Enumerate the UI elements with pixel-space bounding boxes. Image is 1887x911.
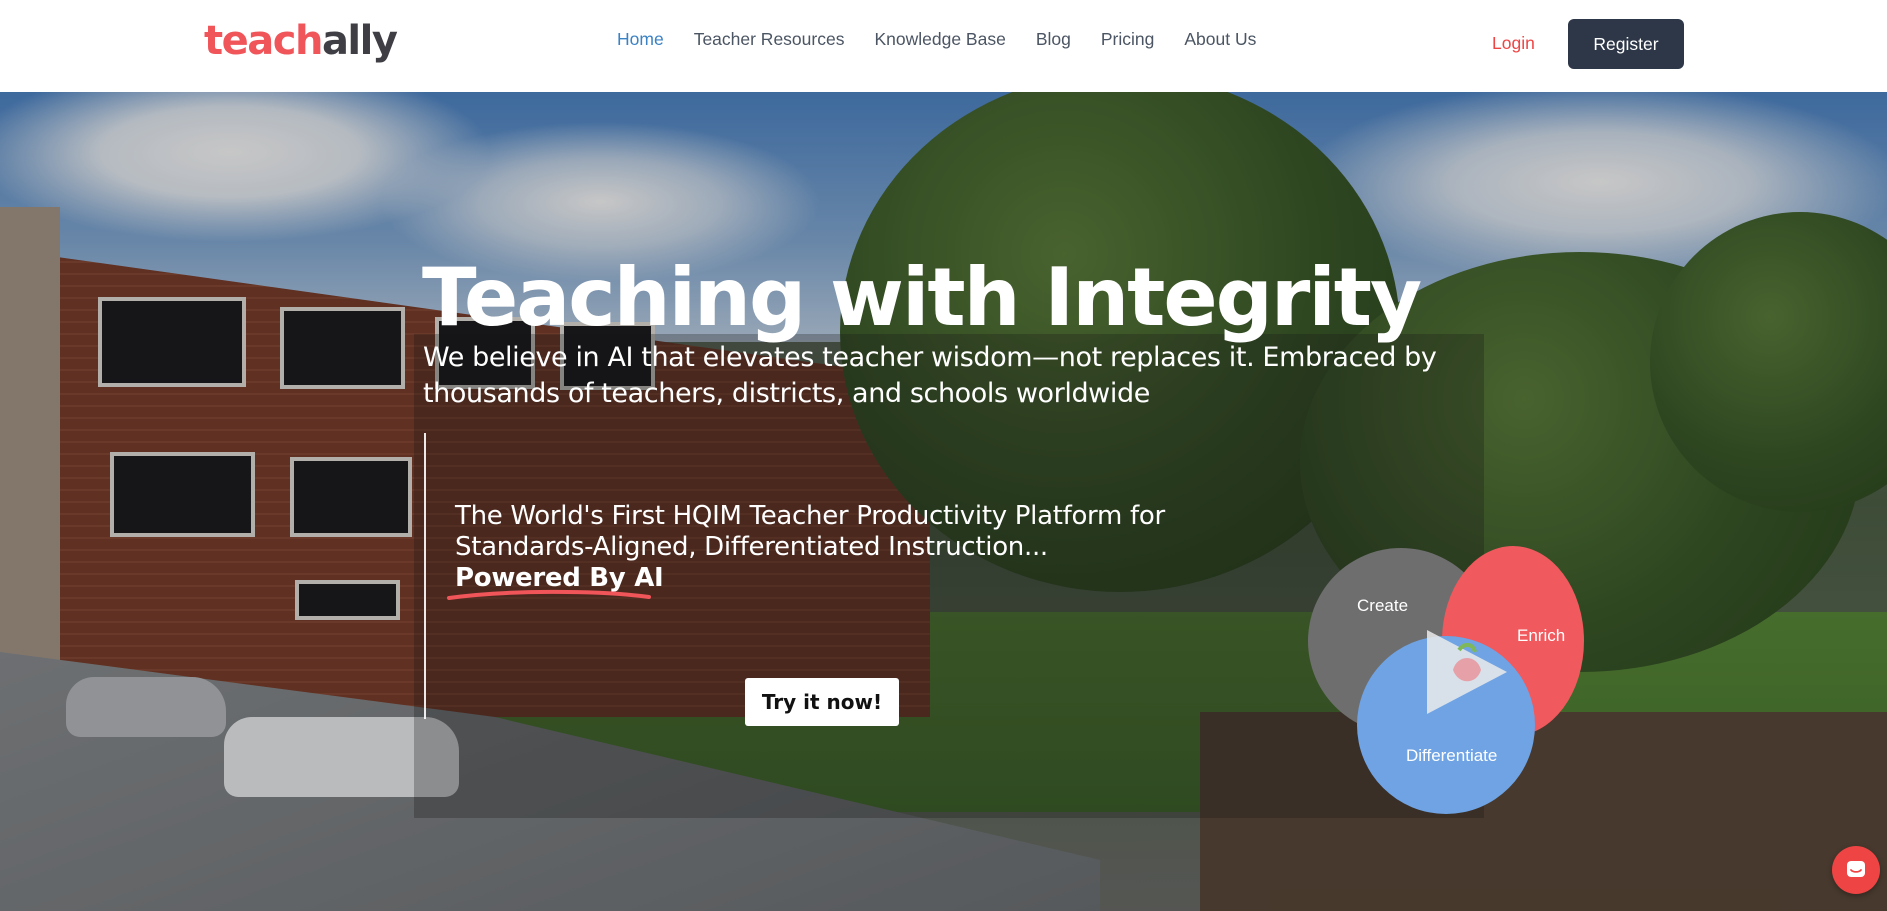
platform-description: The World's First HQIM Teacher Productiv… — [455, 501, 1165, 562]
main-nav: Home Teacher Resources Knowledge Base Bl… — [617, 29, 1286, 50]
nav-about-us[interactable]: About Us — [1184, 29, 1256, 50]
nav-home[interactable]: Home — [617, 29, 664, 50]
play-icon[interactable] — [1415, 622, 1515, 722]
nav-teacher-resources[interactable]: Teacher Resources — [694, 29, 845, 50]
venn-label-create: Create — [1357, 596, 1409, 615]
nav-blog[interactable]: Blog — [1036, 29, 1071, 50]
logo-ally: ally — [321, 18, 398, 64]
nav-pricing[interactable]: Pricing — [1101, 29, 1155, 50]
powered-underline-swoosh — [447, 589, 651, 600]
teachally-logo[interactable]: teachally — [204, 18, 398, 64]
venn-label-enrich: Enrich — [1517, 626, 1566, 645]
nav-knowledge-base[interactable]: Knowledge Base — [874, 29, 1005, 50]
hero-divider-line — [424, 433, 426, 719]
hero-headline: Teaching with Integrity — [422, 251, 1422, 344]
site-header: teachally Home Teacher Resources Knowled… — [0, 0, 1887, 92]
venn-label-differentiate: Differentiate — [1406, 746, 1498, 765]
create-enrich-differentiate-venn[interactable]: Create Enrich Differentiate — [1305, 546, 1595, 838]
try-it-now-button[interactable]: Try it now! — [745, 678, 899, 726]
chat-icon — [1847, 861, 1865, 877]
register-button[interactable]: Register — [1568, 19, 1684, 69]
login-link[interactable]: Login — [1492, 33, 1535, 54]
logo-teach: teach — [204, 18, 323, 64]
chat-launcher-button[interactable] — [1832, 846, 1880, 894]
hero-subheadline: We believe in AI that elevates teacher w… — [423, 342, 1437, 409]
